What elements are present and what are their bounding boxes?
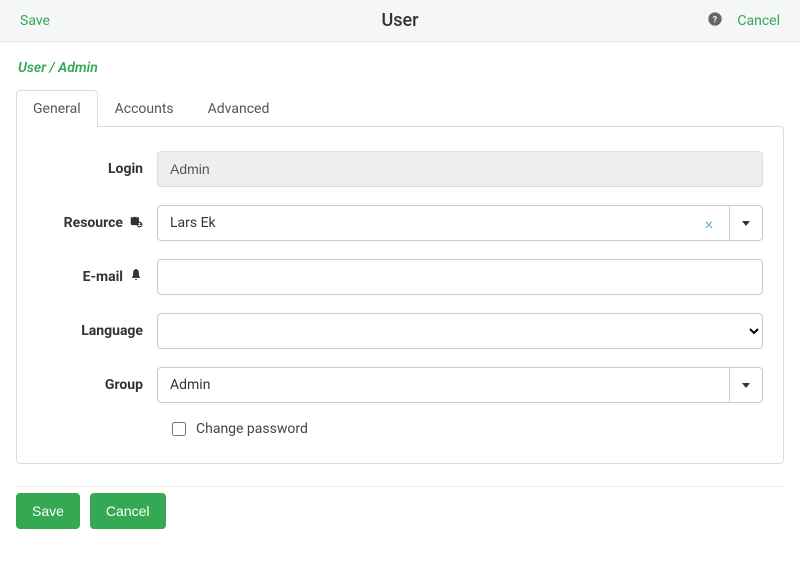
chevron-down-icon: [742, 383, 750, 388]
breadcrumb: User / Admin: [16, 60, 784, 90]
group-dropdown-button[interactable]: [729, 367, 763, 403]
top-cancel-link[interactable]: Cancel: [737, 13, 780, 29]
top-bar: Save User ? Cancel: [0, 0, 800, 42]
page-title: User: [381, 10, 418, 31]
label-login: Login: [37, 161, 157, 177]
tabs: General Accounts Advanced: [16, 90, 784, 127]
label-email: E-mail: [37, 268, 157, 286]
label-resource: Resource: [37, 214, 157, 232]
tab-advanced[interactable]: Advanced: [191, 90, 287, 127]
resource-dropdown-button[interactable]: [729, 205, 763, 241]
panel-general: Login Resource Lars Ek ×: [16, 126, 784, 464]
row-login: Login: [37, 151, 763, 187]
change-password-checkbox[interactable]: [172, 422, 186, 436]
tab-accounts[interactable]: Accounts: [98, 90, 191, 127]
login-input: [157, 151, 763, 187]
label-group: Group: [37, 377, 157, 393]
svg-text:?: ?: [713, 14, 718, 25]
footer-actions: Save Cancel: [16, 493, 784, 529]
row-language: Language: [37, 313, 763, 349]
resource-input[interactable]: Lars Ek ×: [157, 205, 729, 241]
row-resource: Resource Lars Ek ×: [37, 205, 763, 241]
label-language: Language: [37, 323, 157, 339]
tab-general[interactable]: General: [16, 90, 98, 127]
group-value: Admin: [170, 377, 210, 393]
group-input[interactable]: Admin: [157, 367, 729, 403]
row-group: Group Admin: [37, 367, 763, 403]
email-input[interactable]: [157, 259, 763, 295]
top-right: ? Cancel: [707, 11, 780, 31]
bell-icon: [129, 268, 143, 286]
calendar-user-icon: [129, 214, 143, 232]
group-combo: Admin: [157, 367, 763, 403]
chevron-down-icon: [742, 221, 750, 226]
clear-icon[interactable]: ×: [701, 214, 717, 233]
change-password-label[interactable]: Change password: [196, 421, 308, 437]
row-email: E-mail: [37, 259, 763, 295]
cancel-button[interactable]: Cancel: [90, 493, 166, 529]
resource-combo: Lars Ek ×: [157, 205, 763, 241]
label-email-text: E-mail: [83, 269, 123, 285]
resource-value: Lars Ek: [170, 215, 216, 231]
save-button[interactable]: Save: [16, 493, 80, 529]
label-resource-text: Resource: [64, 215, 123, 231]
divider: [16, 486, 784, 487]
top-save-link[interactable]: Save: [20, 13, 50, 29]
help-icon[interactable]: ?: [707, 11, 723, 31]
row-change-password: Change password: [37, 421, 763, 437]
language-select[interactable]: [157, 313, 763, 349]
